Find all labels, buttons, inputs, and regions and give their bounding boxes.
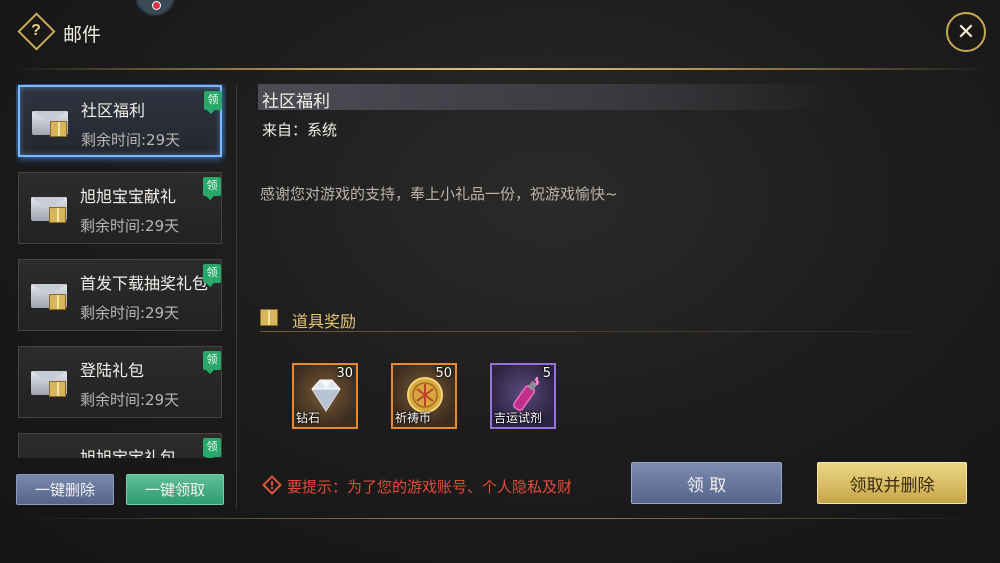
mail-envelope-icon	[31, 193, 67, 223]
claimable-badge: 领	[203, 177, 221, 200]
gift-icon	[260, 309, 278, 326]
mail-item[interactable]: 社区福利 剩余时间:29天 领	[18, 85, 222, 157]
mail-envelope-icon	[32, 107, 68, 137]
rewards-section-header: 道具奖励	[260, 306, 980, 332]
claimable-badge: 领	[203, 264, 221, 287]
mail-item-title: 旭旭宝宝献礼	[80, 187, 177, 206]
page-title: 邮件	[63, 24, 102, 46]
mail-item-title: 登陆礼包	[80, 361, 145, 380]
claim-button[interactable]: 领 取	[631, 462, 782, 504]
delete-all-button[interactable]: 一键删除	[16, 474, 114, 505]
claimable-badge: 领	[204, 91, 222, 114]
help-icon: ?	[31, 22, 41, 39]
warning-icon: !	[262, 475, 282, 495]
rewards-divider	[260, 331, 980, 332]
mail-item-title: 首发下载抽奖礼包	[80, 274, 209, 293]
reward-item-coin[interactable]: 50 祈祷币	[391, 363, 457, 429]
rewards-label: 道具奖励	[292, 312, 357, 331]
mail-item[interactable]: 旭旭宝宝礼包 领	[18, 433, 222, 458]
close-icon: ✕	[956, 19, 976, 45]
mail-item[interactable]: 登陆礼包 剩余时间:29天 领	[18, 346, 222, 418]
detail-title-bar	[258, 84, 833, 110]
avatar-notification-icon[interactable]	[135, 0, 175, 16]
mail-body-text: 感谢您对游戏的支持，奉上小礼品一份，祝游戏愉快~	[260, 185, 618, 203]
mail-envelope-icon	[31, 454, 67, 458]
panel-divider	[236, 84, 237, 508]
security-tip-text: 要提示：为了您的游戏账号、个人隐私及财	[287, 478, 573, 496]
mail-sender: 来自：系统	[262, 121, 338, 139]
mail-list[interactable]: 社区福利 剩余时间:29天 领 旭旭宝宝献礼 剩余时间:29天 领 首发下载抽奖…	[16, 84, 226, 458]
mail-item-time: 剩余时间:29天	[81, 131, 181, 149]
mail-item[interactable]: 首发下载抽奖礼包 剩余时间:29天 领	[18, 259, 222, 331]
reward-count: 5	[542, 366, 551, 381]
reward-count: 50	[435, 366, 452, 381]
mail-item-title: 社区福利	[81, 101, 146, 120]
mail-item-time: 剩余时间:29天	[80, 304, 180, 322]
mail-item[interactable]: 旭旭宝宝献礼 剩余时间:29天 领	[18, 172, 222, 244]
mail-detail-title: 社区福利	[262, 92, 330, 112]
mail-envelope-icon	[31, 367, 67, 397]
mail-item-time: 剩余时间:29天	[80, 217, 180, 235]
reward-item-diamond[interactable]: 30 钻石	[292, 363, 358, 429]
help-button[interactable]: ?	[16, 11, 56, 51]
claimable-badge: 领	[203, 438, 221, 458]
mail-envelope-icon	[31, 280, 67, 310]
claimable-badge: 领	[203, 351, 221, 374]
reward-name: 吉运试剂	[494, 411, 543, 425]
mail-item-title: 旭旭宝宝礼包	[80, 448, 177, 458]
close-button[interactable]: ✕	[946, 12, 986, 52]
reward-item-potion[interactable]: 5 吉运试剂	[490, 363, 556, 429]
reward-name: 钻石	[296, 411, 321, 425]
footer-divider	[12, 518, 988, 519]
reward-count: 30	[336, 366, 353, 381]
claim-and-delete-button[interactable]: 领取并删除	[817, 462, 967, 504]
claim-all-button[interactable]: 一键领取	[126, 474, 224, 505]
reward-name: 祈祷币	[395, 411, 432, 425]
mail-item-time: 剩余时间:29天	[80, 391, 180, 409]
header-divider	[12, 68, 988, 70]
